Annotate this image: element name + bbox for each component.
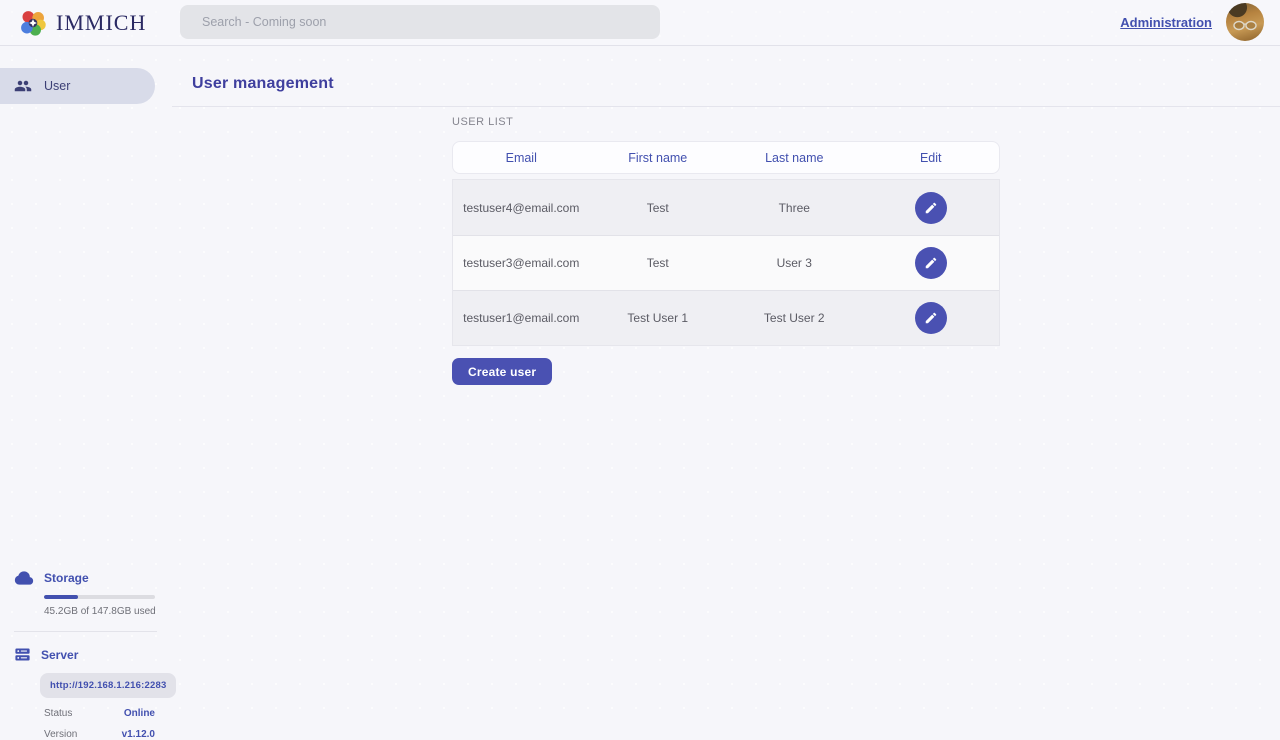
pencil-icon	[924, 256, 938, 270]
footer-divider	[14, 631, 157, 632]
app-title: IMMICH	[56, 10, 146, 36]
version-value: v1.12.0	[122, 729, 155, 740]
brand[interactable]: IMMICH	[18, 8, 146, 38]
user-email: testuser4@email.com	[453, 201, 590, 215]
top-navbar: IMMICH Administration	[0, 0, 1280, 46]
table-row: testuser3@email.com Test User 3	[453, 235, 999, 290]
status-value: Online	[124, 708, 155, 719]
immich-admin-page: IMMICH Administration User	[0, 0, 1280, 730]
main-content: User management USER LIST Email First na…	[171, 46, 1280, 730]
edit-user-button[interactable]	[915, 247, 947, 279]
column-header-edit: Edit	[863, 151, 1000, 165]
edit-user-button[interactable]	[915, 302, 947, 334]
user-list-section: USER LIST Email First name Last name Edi…	[452, 116, 1000, 385]
user-table-body: testuser4@email.com Test Three testuser3…	[452, 179, 1000, 346]
server-icon	[14, 646, 31, 663]
user-first-name: Test	[590, 201, 727, 215]
table-row: testuser1@email.com Test User 1 Test Use…	[453, 290, 999, 345]
column-header-last-name: Last name	[726, 151, 863, 165]
admin-sidebar: User Storage 45.2GB of 147.8GB used	[0, 46, 171, 730]
immich-logo-icon	[18, 8, 48, 38]
user-first-name: Test User 1	[590, 311, 727, 325]
storage-title: Storage	[44, 571, 89, 585]
user-last-name: Three	[726, 201, 863, 215]
user-table-header: Email First name Last name Edit	[452, 141, 1000, 174]
edit-user-button[interactable]	[915, 192, 947, 224]
page-title: User management	[192, 75, 334, 93]
pencil-icon	[924, 311, 938, 325]
user-avatar[interactable]	[1226, 3, 1264, 41]
storage-usage-text: 45.2GB of 147.8GB used	[44, 606, 171, 617]
title-divider	[172, 106, 1280, 107]
users-icon	[14, 77, 32, 95]
glasses-icon	[1232, 20, 1258, 31]
user-email: testuser1@email.com	[453, 311, 590, 325]
server-status-row: Status Online	[44, 708, 155, 719]
sidebar-footer: Storage 45.2GB of 147.8GB used	[0, 568, 171, 740]
section-label: USER LIST	[452, 116, 1000, 128]
server-url-badge: http://192.168.1.216:2283	[40, 673, 176, 698]
user-email: testuser3@email.com	[453, 256, 590, 270]
user-last-name: User 3	[726, 256, 863, 270]
user-first-name: Test	[590, 256, 727, 270]
create-user-button[interactable]: Create user	[452, 358, 552, 385]
storage-progress-fill	[44, 595, 78, 599]
user-last-name: Test User 2	[726, 311, 863, 325]
sidebar-item-user[interactable]: User	[0, 68, 155, 104]
column-header-first-name: First name	[590, 151, 727, 165]
sidebar-item-label: User	[44, 79, 70, 93]
version-label: Version	[44, 729, 77, 740]
administration-link[interactable]: Administration	[1120, 15, 1212, 30]
server-version-row: Version v1.12.0	[44, 729, 155, 740]
storage-progress-bar	[44, 595, 155, 599]
pencil-icon	[924, 201, 938, 215]
storage-section: Storage 45.2GB of 147.8GB used	[0, 568, 171, 617]
table-row: testuser4@email.com Test Three	[453, 180, 999, 235]
cloud-icon	[14, 568, 34, 588]
server-title: Server	[41, 648, 78, 662]
column-header-email: Email	[453, 151, 590, 165]
status-label: Status	[44, 708, 72, 719]
search-input[interactable]	[180, 5, 660, 39]
server-section: Server http://192.168.1.216:2283 Status …	[0, 646, 171, 740]
